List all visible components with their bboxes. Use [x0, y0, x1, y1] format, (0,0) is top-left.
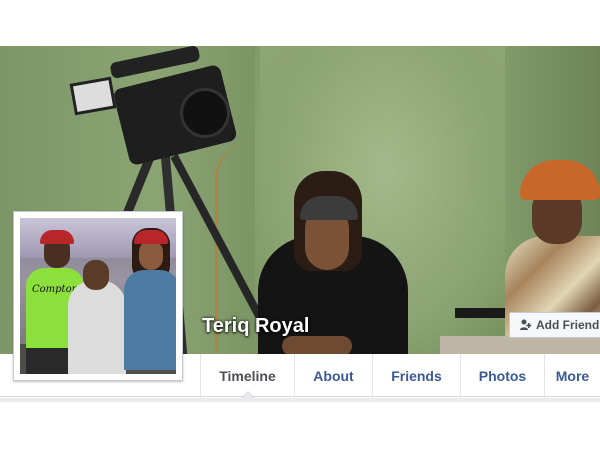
- photo-person-middle-hoodie: [68, 280, 126, 374]
- tab-photos[interactable]: Photos: [460, 354, 544, 397]
- profile-picture-image: Compton: [20, 218, 176, 374]
- tab-about[interactable]: About: [294, 354, 372, 397]
- tab-label: More: [555, 367, 590, 384]
- page-top-background: [0, 0, 600, 46]
- profile-picture[interactable]: Compton: [13, 211, 183, 381]
- person-center-hands: [282, 336, 352, 354]
- tab-label: Friends: [391, 367, 442, 384]
- tab-more[interactable]: More: [544, 354, 600, 397]
- nav-divider: [0, 398, 600, 402]
- add-friend-button[interactable]: Add Friend: [509, 312, 600, 338]
- profile-name[interactable]: Teriq Royal: [202, 315, 309, 338]
- person-right-legs: [440, 336, 600, 354]
- add-friend-label: Add Friend: [536, 318, 600, 332]
- add-friend-icon: [518, 318, 532, 332]
- tab-label: About: [313, 367, 354, 384]
- active-tab-caret: [240, 391, 255, 398]
- photo-person-left-cap: [40, 230, 74, 244]
- camera-lens: [180, 88, 230, 138]
- photo-person-right-cap: [134, 230, 168, 244]
- photo-person-middle-head: [83, 260, 109, 290]
- tab-friends[interactable]: Friends: [372, 354, 460, 397]
- photo-person-right-face: [139, 240, 163, 270]
- photo-person-right-jacket: [124, 270, 176, 370]
- tab-label: Photos: [478, 367, 527, 384]
- tab-label: Timeline: [219, 367, 276, 384]
- tab-timeline[interactable]: Timeline: [200, 354, 294, 398]
- person-center-cap: [300, 196, 358, 220]
